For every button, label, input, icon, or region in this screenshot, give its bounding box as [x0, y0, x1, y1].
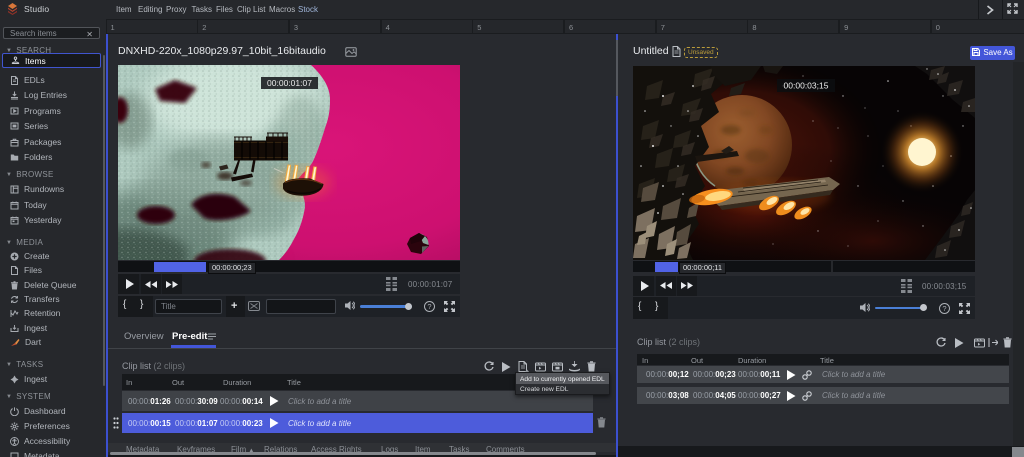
svg-text:00:00:01:07: 00:00:01:07 — [267, 78, 312, 88]
svg-text:?: ? — [942, 304, 946, 313]
svg-text:00:00:03;15: 00:00:03;15 — [784, 81, 829, 91]
svg-text:?: ? — [427, 302, 431, 311]
